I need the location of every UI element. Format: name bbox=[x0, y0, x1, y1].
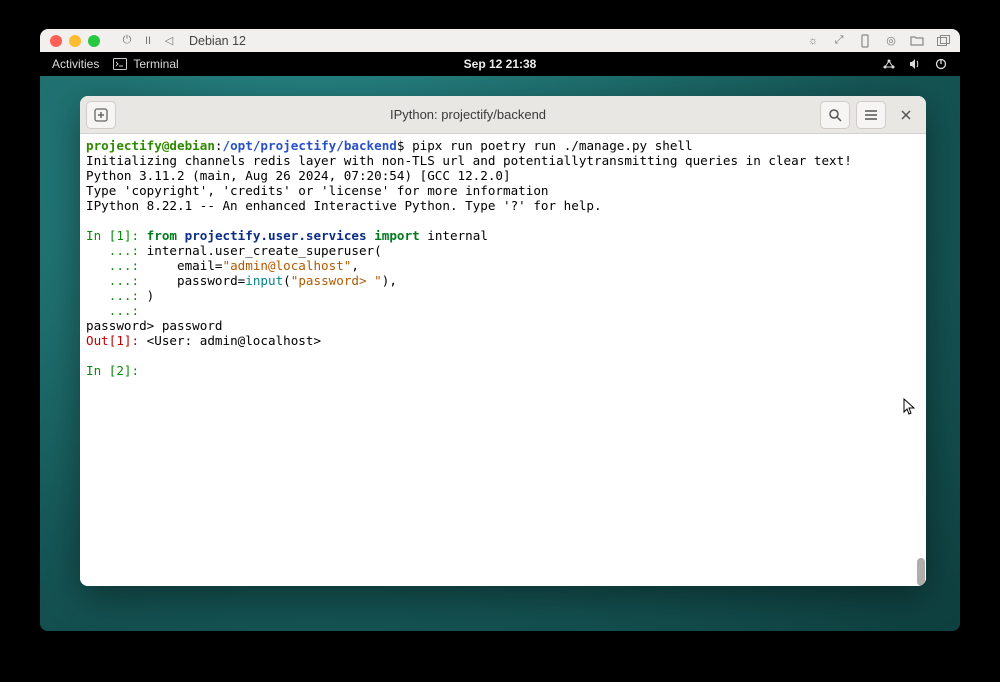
pause-icon[interactable]: II bbox=[141, 34, 155, 48]
expand-icon[interactable]: ⤢ bbox=[832, 34, 846, 48]
terminal-window: IPython: projectify/backend projectify@d… bbox=[80, 96, 926, 586]
module-path: projectify.user.services bbox=[185, 228, 367, 243]
code-line: internal.user_create_superuser( bbox=[139, 243, 382, 258]
output-line: Python 3.11.2 (main, Aug 26 2024, 07:20:… bbox=[86, 168, 511, 183]
search-button[interactable] bbox=[820, 101, 850, 129]
out-prompt: Out[1]: bbox=[86, 333, 139, 348]
input-echo: password> password bbox=[86, 318, 222, 333]
activities-button[interactable]: Activities bbox=[52, 57, 99, 71]
cont-prompt: ...: bbox=[86, 243, 139, 258]
cont-prompt: ...: bbox=[86, 288, 139, 303]
terminal-icon bbox=[113, 57, 127, 71]
scrollbar[interactable] bbox=[915, 134, 925, 586]
new-tab-button[interactable] bbox=[86, 101, 116, 129]
builtin-input: input bbox=[245, 273, 283, 288]
vm-title: Debian 12 bbox=[189, 34, 246, 48]
power-menu-icon[interactable] bbox=[934, 57, 948, 71]
output-line: Initializing channels redis layer with n… bbox=[86, 153, 852, 168]
shell-command: pipx run poetry run ./manage.py shell bbox=[412, 138, 693, 153]
windows-icon[interactable] bbox=[936, 34, 950, 48]
mac-titlebar: ⏻ II ◁ Debian 12 ☼ ⤢ ◎ bbox=[40, 29, 960, 52]
output-line: IPython 8.22.1 -- An enhanced Interactiv… bbox=[86, 198, 602, 213]
prompt-path: /opt/projectify/backend bbox=[223, 138, 397, 153]
gnome-topbar: Activities Terminal Sep 12 21:38 bbox=[40, 52, 960, 76]
usb-icon[interactable] bbox=[858, 34, 872, 48]
kw-import: import bbox=[374, 228, 420, 243]
hamburger-menu-button[interactable] bbox=[856, 101, 886, 129]
folder-icon[interactable] bbox=[910, 34, 924, 48]
output-line: Type 'copyright', 'credits' or 'license'… bbox=[86, 183, 549, 198]
in-prompt: In [2]: bbox=[86, 363, 139, 378]
volume-icon[interactable] bbox=[908, 57, 922, 71]
cont-prompt: ...: bbox=[86, 303, 139, 318]
code-line: password= bbox=[139, 273, 245, 288]
active-app-label: Terminal bbox=[133, 57, 178, 71]
code-line: ( bbox=[283, 273, 291, 288]
active-app[interactable]: Terminal bbox=[113, 57, 178, 71]
code-line: ) bbox=[139, 288, 154, 303]
maximize-traffic-light[interactable] bbox=[88, 35, 100, 47]
vm-window: ⏻ II ◁ Debian 12 ☼ ⤢ ◎ Activities bbox=[40, 29, 960, 631]
display-icon[interactable]: ☼ bbox=[806, 34, 820, 48]
prompt-user: projectify@debian bbox=[86, 138, 215, 153]
cont-prompt: ...: bbox=[86, 258, 139, 273]
kw-from: from bbox=[147, 228, 177, 243]
scrollbar-thumb[interactable] bbox=[917, 558, 925, 586]
close-traffic-light[interactable] bbox=[50, 35, 62, 47]
code-line: , bbox=[351, 258, 359, 273]
terminal-title: IPython: projectify/backend bbox=[122, 107, 814, 122]
power-icon[interactable]: ⏻ bbox=[120, 34, 134, 48]
terminal-body[interactable]: projectify@debian:/opt/projectify/backen… bbox=[80, 134, 926, 586]
mouse-cursor-icon bbox=[903, 398, 915, 416]
back-icon[interactable]: ◁ bbox=[162, 34, 176, 48]
close-window-button[interactable] bbox=[892, 101, 920, 129]
network-icon[interactable] bbox=[882, 57, 896, 71]
code-line: email= bbox=[139, 258, 222, 273]
minimize-traffic-light[interactable] bbox=[69, 35, 81, 47]
in-prompt: In [1]: bbox=[86, 228, 139, 243]
code-line: ), bbox=[382, 273, 397, 288]
import-name: internal bbox=[420, 228, 488, 243]
disc-icon[interactable]: ◎ bbox=[884, 34, 898, 48]
terminal-header: IPython: projectify/backend bbox=[80, 96, 926, 134]
string-literal: "admin@localhost" bbox=[222, 258, 351, 273]
cont-prompt: ...: bbox=[86, 273, 139, 288]
desktop[interactable]: IPython: projectify/backend projectify@d… bbox=[40, 76, 960, 631]
string-literal: "password> " bbox=[291, 273, 382, 288]
out-value: <User: admin@localhost> bbox=[139, 333, 321, 348]
clock[interactable]: Sep 12 21:38 bbox=[464, 57, 537, 71]
